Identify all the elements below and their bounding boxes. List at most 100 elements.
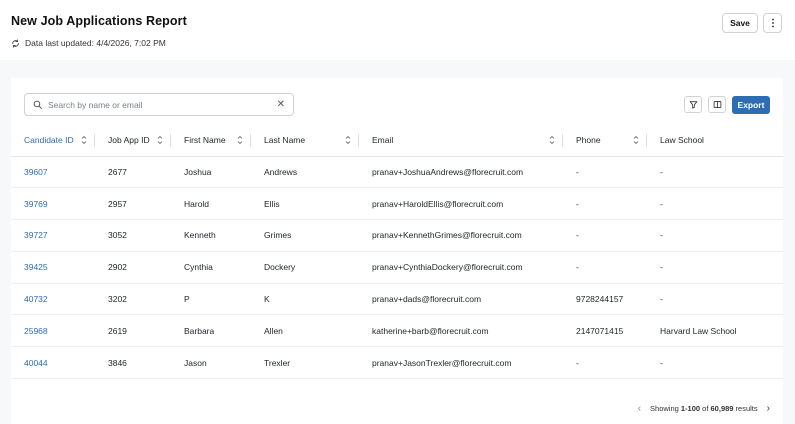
candidate-id-link[interactable]: 25968 — [11, 314, 95, 348]
sort-icon[interactable] — [345, 135, 351, 145]
table-cell: katherine+barb@florecruit.com — [359, 314, 563, 348]
table-cell: pranav+JoshuaAndrews@florecruit.com — [359, 156, 563, 189]
candidate-id-link[interactable]: 39727 — [11, 219, 95, 252]
table-body: 39607 2677 Joshua Andrews pranav+JoshuaAndre… — [11, 156, 783, 380]
table-cell: 2619 — [95, 314, 171, 348]
column-header-job-app-id[interactable]: Job App ID — [95, 125, 171, 157]
table-header-row: Candidate ID Job App ID First Name Last … — [11, 125, 783, 157]
column-header-phone[interactable]: Phone — [563, 125, 647, 157]
column-header-email[interactable]: Email — [359, 125, 563, 157]
sort-icon[interactable] — [157, 135, 163, 145]
table-cell: 2677 — [95, 156, 171, 189]
report-page: New Job Applications Report Data last up… — [0, 0, 795, 424]
table-cell: 3846 — [95, 346, 171, 380]
table-cell: 2902 — [95, 251, 171, 284]
results-of: of — [700, 404, 711, 413]
table-cell: pranav+dads@florecruit.com — [359, 283, 563, 316]
table-cell: Kenneth — [171, 219, 251, 252]
more-vertical-icon — [771, 18, 774, 28]
table-tools: Export — [684, 96, 770, 114]
table-cell: K — [251, 283, 359, 316]
sort-icon[interactable] — [81, 135, 87, 145]
column-header-candidate-id[interactable]: Candidate ID — [11, 125, 95, 157]
table-cell: - — [647, 219, 783, 252]
table-cell: Allen — [251, 314, 359, 348]
table-cell: Harvard Law School — [647, 314, 783, 348]
export-button[interactable]: Export — [732, 96, 770, 114]
table-cell: pranav+KennethGrimes@florecruit.com — [359, 219, 563, 252]
table-cell: Harold — [171, 187, 251, 221]
columns-button[interactable] — [708, 96, 726, 113]
column-label: Last Name — [264, 135, 306, 146]
last-updated: Data last updated: 4/4/2026, 7:02 PM — [11, 38, 784, 48]
filter-button[interactable] — [684, 96, 702, 113]
page-header: New Job Applications Report Data last up… — [0, 0, 795, 60]
results-total: 60,989 — [710, 404, 734, 413]
clear-search-icon[interactable]: ✕ — [277, 99, 285, 110]
table-toolbar: ✕ Export — [24, 93, 770, 116]
candidate-id-link[interactable]: 40732 — [11, 283, 95, 316]
table-cell: Barbara — [171, 314, 251, 348]
table-cell: - — [563, 251, 647, 284]
search-input[interactable] — [48, 99, 271, 110]
table-row[interactable]: 39769 2957 Harold Ellis pranav+HaroldEllis@f… — [11, 187, 783, 221]
table-cell: - — [647, 251, 783, 284]
page-title: New Job Applications Report — [11, 14, 187, 28]
table-cell: Trexler — [251, 346, 359, 380]
results-suffix: results — [733, 404, 758, 413]
column-label: Law School — [660, 135, 704, 146]
search-box[interactable]: ✕ — [24, 93, 294, 116]
table-cell: 3202 — [95, 283, 171, 316]
table-cell: Joshua — [171, 156, 251, 189]
table-row[interactable]: 39607 2677 Joshua Andrews pranav+JoshuaAndre… — [11, 156, 783, 189]
table-row[interactable]: 40044 3846 Jason Trexler pranav+JasonTrexler… — [11, 346, 783, 380]
save-button[interactable]: Save — [722, 13, 758, 33]
candidate-id-link[interactable]: 39425 — [11, 251, 95, 284]
header-actions: Save — [722, 13, 782, 33]
table-cell: - — [563, 219, 647, 252]
chevron-left-icon[interactable]: ‹ — [638, 403, 641, 414]
sort-icon[interactable] — [633, 135, 639, 145]
chevron-right-icon[interactable]: › — [767, 403, 770, 414]
filter-icon — [689, 101, 697, 109]
table-cell: - — [647, 283, 783, 316]
table-cell: pranav+HaroldEllis@florecruit.com — [359, 187, 563, 221]
table-cell: 3052 — [95, 219, 171, 252]
table-cell: - — [563, 187, 647, 221]
table-row[interactable]: 39425 2902 Cynthia Dockery pranav+CynthiaDoc… — [11, 251, 783, 284]
candidate-id-link[interactable]: 39607 — [11, 156, 95, 189]
candidate-id-link[interactable]: 40044 — [11, 346, 95, 380]
results-range: 1-100 — [680, 404, 701, 413]
applications-table: Candidate ID Job App ID First Name Last … — [11, 125, 783, 380]
last-updated-text: Data last updated: 4/4/2026, 7:02 PM — [25, 38, 166, 48]
table-cell: - — [647, 187, 783, 221]
table-row[interactable]: 40732 3202 P Kpranav+dads@florecruit.com 972… — [11, 283, 783, 316]
sort-icon[interactable] — [237, 135, 243, 145]
table-cell: 9728244157 — [563, 283, 647, 316]
table-cell: - — [563, 346, 647, 380]
pagination: ‹ Showing 1-100 of 60,989 results › — [638, 403, 770, 414]
sort-icon[interactable] — [549, 135, 555, 145]
table-cell: pranav+CynthiaDockery@florecruit.com — [359, 251, 563, 284]
column-label: Candidate ID — [24, 135, 74, 146]
table-cell: - — [647, 346, 783, 380]
table-cell: - — [647, 156, 783, 189]
more-options-button[interactable] — [763, 13, 782, 33]
report-card: ✕ Export Candidate ID Job App ID — [11, 78, 783, 424]
column-header-first-name[interactable]: First Name — [171, 125, 251, 157]
table-cell: pranav+JasonTrexler@florecruit.com — [359, 346, 563, 380]
results-prefix: Showing — [650, 404, 681, 413]
table-cell: Dockery — [251, 251, 359, 284]
candidate-id-link[interactable]: 39769 — [11, 187, 95, 221]
table-cell: 2147071415 — [563, 314, 647, 348]
column-header-law-school[interactable]: Law School — [647, 125, 783, 157]
table-row[interactable]: 25968 2619 Barbara Allen katherine+barb@flor… — [11, 314, 783, 348]
column-label: Phone — [576, 135, 601, 146]
table-cell: Cynthia — [171, 251, 251, 284]
column-header-last-name[interactable]: Last Name — [251, 125, 359, 157]
table-cell: Grimes — [251, 219, 359, 252]
table-cell: Andrews — [251, 156, 359, 189]
search-icon — [33, 100, 42, 109]
table-row[interactable]: 39727 3052 Kenneth Grimes pranav+KennethGrim… — [11, 219, 783, 252]
table-cell: P — [171, 283, 251, 316]
